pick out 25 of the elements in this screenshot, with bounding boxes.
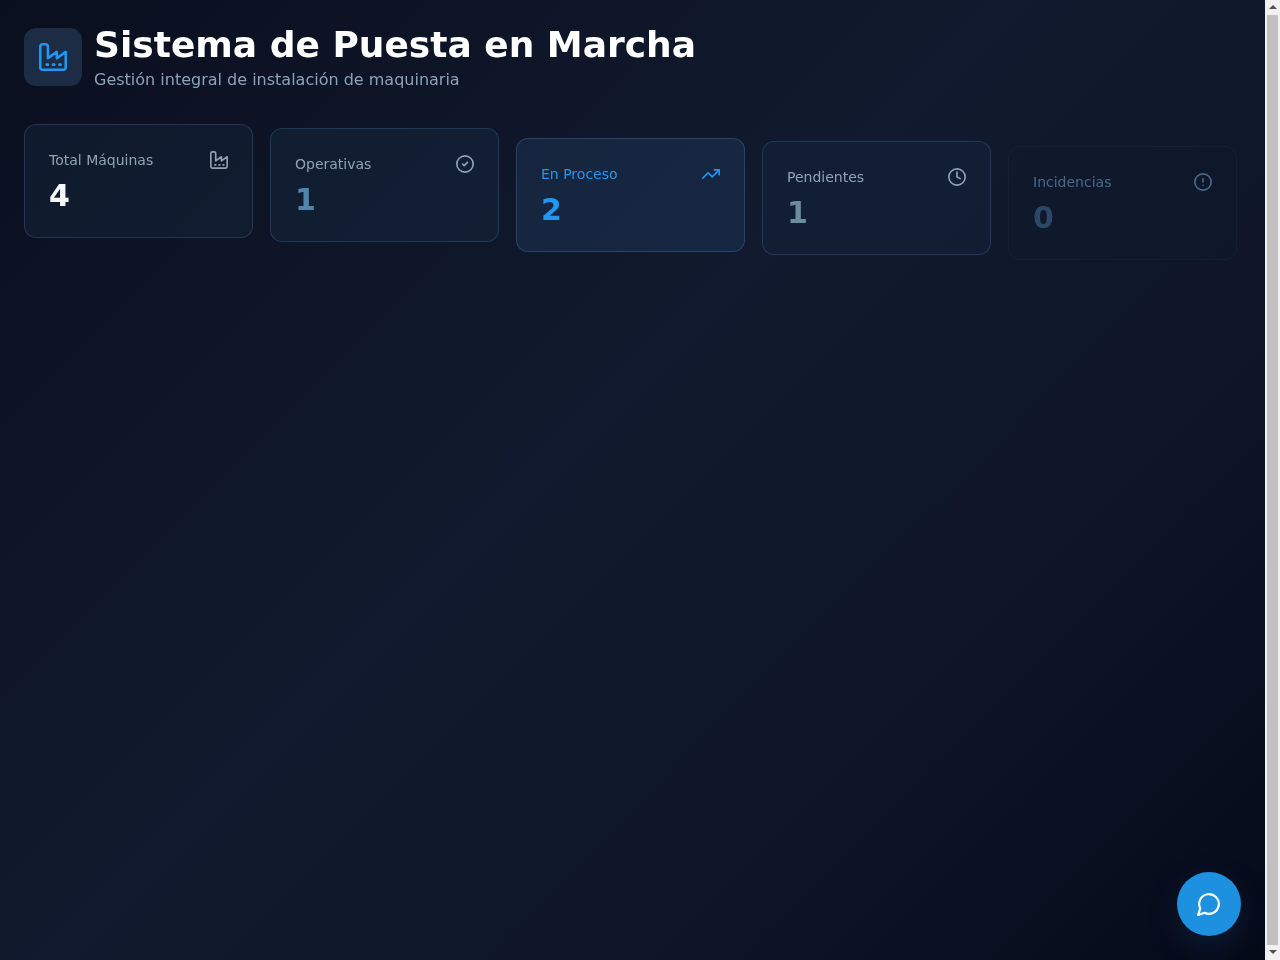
factory-icon — [210, 151, 228, 169]
page-subtitle: Gestión integral de instalación de maquinaria — [94, 70, 460, 89]
scrollbar[interactable] — [1265, 0, 1280, 960]
stat-value: 1 — [295, 183, 316, 217]
stat-label: Incidencias — [1033, 173, 1112, 191]
stat-card[interactable]: En Proceso 2 — [516, 138, 745, 252]
page-title: Sistema de Puesta en Marcha — [94, 25, 696, 65]
scroll-up-icon[interactable] — [1268, 5, 1277, 9]
stat-card[interactable]: Total Máquinas 4 — [24, 124, 253, 238]
stat-label: En Proceso — [541, 165, 618, 183]
stat-card[interactable]: Operativas 1 — [270, 128, 499, 242]
factory-icon — [24, 28, 82, 86]
stat-label: Operativas — [295, 155, 372, 173]
stat-value: 4 — [49, 179, 70, 213]
scroll-down-icon[interactable] — [1268, 950, 1277, 954]
stat-value: 0 — [1033, 201, 1054, 235]
check-circle-icon — [456, 155, 474, 173]
stat-value: 2 — [541, 193, 562, 227]
exclamation-circle-icon — [1194, 173, 1212, 191]
stat-label: Pendientes — [787, 168, 865, 186]
stat-card[interactable]: Pendientes 1 — [762, 141, 991, 255]
stat-label: Total Máquinas — [49, 151, 154, 169]
stat-value: 1 — [787, 196, 808, 230]
speech-bubble-icon — [1197, 892, 1221, 916]
clock-icon — [948, 168, 966, 186]
